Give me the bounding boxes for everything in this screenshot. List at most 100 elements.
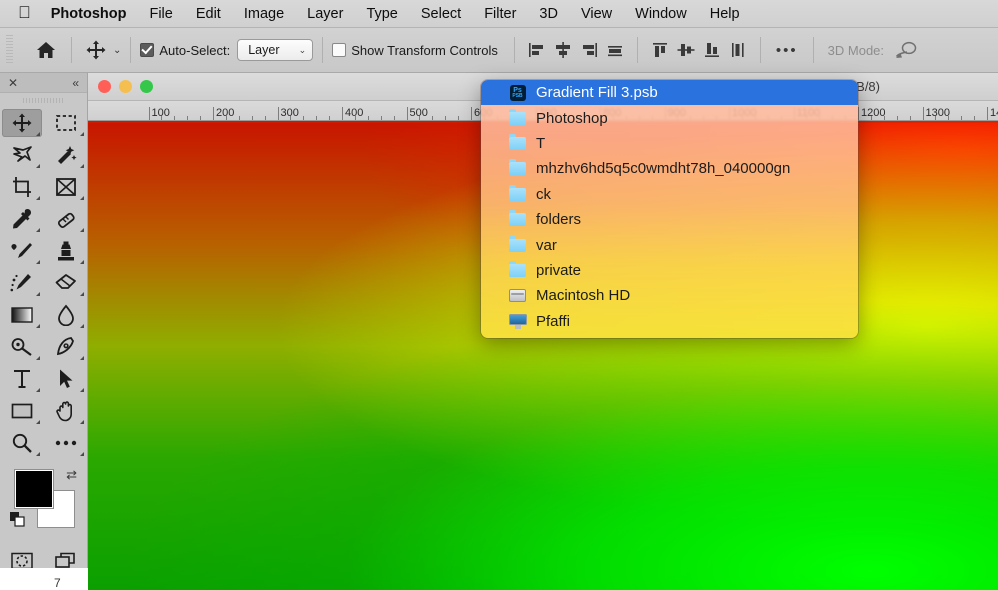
ruler-minor-tick [264, 116, 266, 120]
align-right-edges-icon[interactable] [576, 37, 602, 63]
eyedropper-tool[interactable] [0, 203, 44, 235]
rectangular-marquee-tool[interactable] [44, 107, 88, 139]
popup-menu-item[interactable]: private [481, 258, 858, 283]
ruler-label: 300 [280, 107, 299, 119]
dodge-tool[interactable] [0, 331, 44, 363]
hand-tool[interactable] [44, 395, 88, 427]
rotate-3d-icon[interactable] [891, 35, 921, 65]
ruler-label: 200 [216, 107, 235, 119]
minimize-icon[interactable] [119, 80, 132, 93]
show-transform-controls-checkbox[interactable] [332, 43, 347, 57]
ruler-minor-tick [380, 116, 382, 120]
ruler-label: 100 [151, 107, 170, 119]
popup-menu-item[interactable]: Photoshop [481, 105, 858, 130]
menu-item-type[interactable]: Type [366, 6, 397, 22]
popup-menu-item-label: Photoshop [536, 109, 608, 127]
menu-item-window[interactable]: Window [635, 6, 687, 22]
popup-menu-item-label: T [536, 134, 546, 152]
chevron-down-icon: ⌄ [298, 44, 307, 55]
blur-tool[interactable] [44, 299, 88, 331]
ruler-minor-tick [290, 116, 292, 120]
lasso-tool[interactable] [0, 139, 44, 171]
path-selection-tool[interactable] [44, 363, 88, 395]
chevron-down-icon[interactable]: ⌄ [113, 45, 121, 56]
tools-panel-grip[interactable] [0, 93, 87, 107]
zoom-tool[interactable] [0, 427, 44, 459]
menu-item-3d[interactable]: 3D [539, 6, 558, 22]
close-icon[interactable]: ✕ [8, 77, 18, 89]
menu-item-edit[interactable]: Edit [196, 6, 221, 22]
type-tool[interactable] [0, 363, 44, 395]
ruler-minor-tick [187, 116, 189, 120]
tools-grid [0, 107, 87, 459]
macos-menu-bar:  Photoshop File Edit Image Layer Type S… [0, 0, 998, 28]
clone-stamp-tool[interactable] [44, 235, 88, 267]
popup-menu-item[interactable]: mhzhv6hd5q5c0wmdht78h_040000gn [481, 156, 858, 181]
swap-colors-icon[interactable]: ⇄ [66, 467, 77, 483]
options-bar: ⌄ Auto-Select: Layer ⌄ Show Transform Co… [0, 28, 998, 73]
move-tool[interactable] [0, 107, 44, 139]
menu-item-image[interactable]: Image [244, 6, 284, 22]
eraser-tool[interactable] [44, 267, 88, 299]
popup-menu-item-label: folders [536, 211, 582, 229]
ruler-label: 500 [409, 107, 428, 119]
foreground-color-swatch[interactable] [16, 471, 52, 507]
menu-item-layer[interactable]: Layer [307, 6, 343, 22]
menu-item-filter[interactable]: Filter [484, 6, 516, 22]
divider [812, 37, 814, 63]
close-icon[interactable] [98, 80, 111, 93]
menu-item-file[interactable]: File [149, 6, 172, 22]
divider [513, 37, 515, 63]
healing-brush-tool[interactable] [44, 203, 88, 235]
align-bottom-edges-icon[interactable] [699, 37, 725, 63]
pen-tool[interactable] [44, 331, 88, 363]
auto-select-checkbox[interactable] [140, 43, 155, 57]
ruler-minor-tick [935, 116, 937, 120]
magic-wand-tool[interactable] [44, 139, 88, 171]
color-swatches: ⇄ [0, 465, 87, 537]
ruler-minor-tick [432, 116, 434, 120]
zoom-level: 7 [54, 576, 61, 590]
default-colors-icon[interactable] [10, 512, 26, 533]
history-brush-tool[interactable] [0, 267, 44, 299]
popup-menu-item[interactable]: var [481, 232, 858, 257]
distribute-horizontal-icon[interactable] [602, 37, 628, 63]
edit-toolbar-tool[interactable] [44, 427, 88, 459]
align-vertical-centers-icon[interactable] [673, 37, 699, 63]
layer-select[interactable]: Layer ⌄ [237, 39, 314, 61]
popup-menu-item-label: Gradient Fill 3.psb [536, 84, 658, 102]
ruler-minor-tick [354, 116, 356, 120]
apple-icon[interactable]:  [18, 4, 31, 21]
distribute-vertical-icon[interactable] [725, 37, 751, 63]
popup-menu-item[interactable]: ck [481, 182, 858, 207]
move-tool-icon[interactable] [81, 35, 111, 65]
home-icon[interactable] [31, 35, 61, 65]
menu-item-view[interactable]: View [581, 6, 612, 22]
divider [322, 37, 324, 63]
brush-tool[interactable] [0, 235, 44, 267]
rectangle-tool[interactable] [0, 395, 44, 427]
align-left-edges-icon[interactable] [524, 37, 550, 63]
overflow-menu-button[interactable]: ••• [770, 42, 804, 59]
align-horizontal-centers-icon[interactable] [550, 37, 576, 63]
collapse-panel-icon[interactable]: « [72, 77, 79, 89]
gradient-tool[interactable] [0, 299, 44, 331]
document-path-popup-menu[interactable]: Ps PSB Gradient Fill 3.psb Photoshop Tmhzhv6… [481, 80, 858, 338]
menu-item-photoshop[interactable]: Photoshop [51, 6, 127, 22]
align-top-edges-icon[interactable] [647, 37, 673, 63]
options-bar-grip[interactable] [6, 35, 13, 65]
crop-tool[interactable] [0, 171, 44, 203]
zoom-icon[interactable] [140, 80, 153, 93]
popup-menu-item[interactable]: T [481, 131, 858, 156]
menu-item-select[interactable]: Select [421, 6, 461, 22]
popup-menu-item[interactable]: folders [481, 207, 858, 232]
ruler-minor-tick [200, 116, 202, 120]
ruler-label: 1400 [990, 107, 998, 119]
popup-menu-item[interactable]: Pfaffi [481, 309, 858, 334]
popup-menu-item[interactable]: Ps PSB Gradient Fill 3.psb [481, 80, 858, 106]
popup-menu-item[interactable]: Macintosh HD [481, 283, 858, 308]
menu-item-help[interactable]: Help [710, 6, 740, 22]
frame-tool[interactable] [44, 171, 88, 203]
ruler-minor-tick [393, 116, 395, 120]
folder-icon [508, 184, 527, 202]
